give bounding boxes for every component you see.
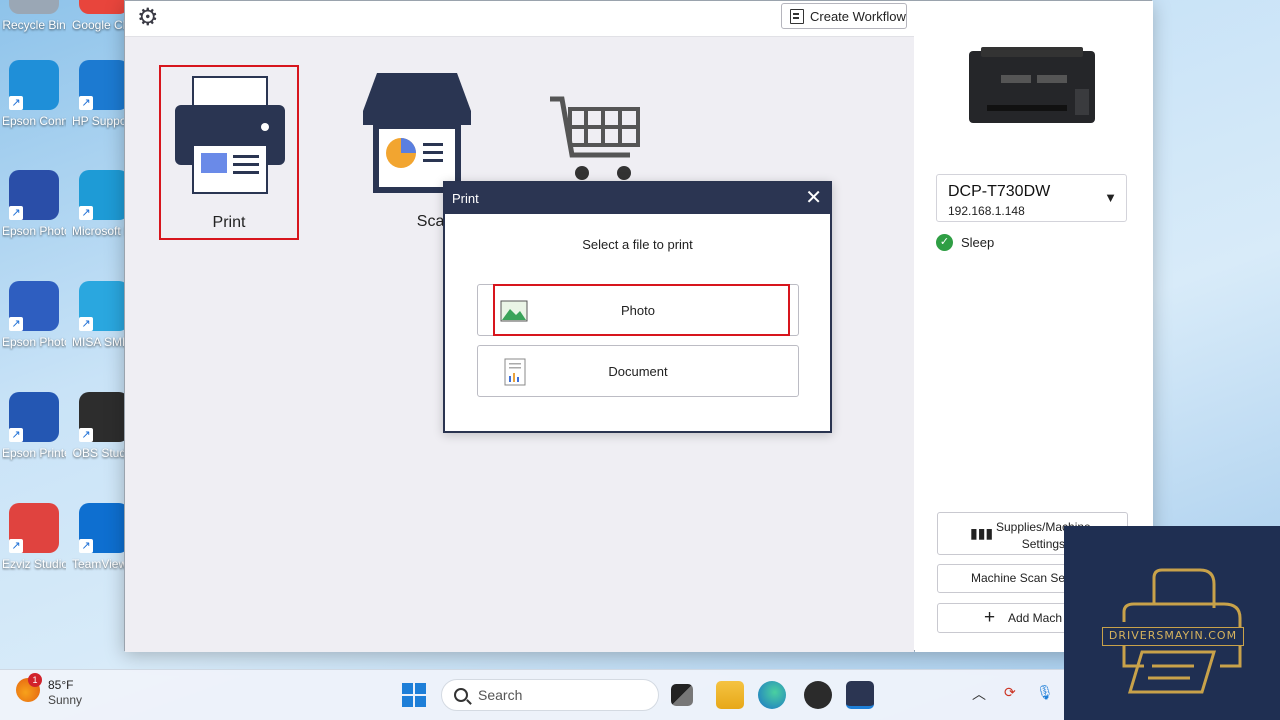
device-status: ✓ Sleep: [936, 234, 994, 251]
status-text: Sleep: [961, 235, 995, 250]
close-icon[interactable]: ✕: [805, 187, 822, 209]
document-icon: [504, 358, 526, 386]
desktop-icon[interactable]: ↗ Epson Printer Connection...: [2, 392, 66, 462]
desktop-icon-label: Epson Photo+: [2, 335, 66, 349]
gear-icon[interactable]: ⚙: [137, 4, 159, 32]
print-dialog: Print ✕ Select a file to print Photo Doc…: [443, 181, 832, 433]
task-view-icon[interactable]: [671, 684, 693, 706]
dialog-prompt: Select a file to print: [582, 237, 693, 252]
watermark-text: DRIVERSMAYIN.COM: [1102, 627, 1244, 646]
shortcut-arrow-icon: ↗: [79, 539, 93, 553]
scanner-icon: [363, 73, 471, 193]
shortcut-arrow-icon: ↗: [79, 428, 93, 442]
desktop-icon[interactable]: ↗ Epson Photo+: [2, 281, 66, 351]
dialog-title: Print: [452, 191, 479, 206]
microphone-icon[interactable]: 🎙: [1036, 684, 1054, 701]
device-dropdown[interactable]: DCP-T730DW 192.168.1.148 ▼: [936, 174, 1127, 222]
create-workflow-label: Create Workflow: [810, 8, 906, 24]
shortcut-arrow-icon: ↗: [9, 428, 23, 442]
shortcut-arrow-icon: ↗: [9, 317, 23, 331]
create-workflow-button[interactable]: Create Workflow: [781, 3, 907, 29]
taskbar-search[interactable]: Search: [441, 679, 659, 711]
app-icon: ↗: [9, 392, 59, 442]
edge-icon[interactable]: [758, 681, 786, 709]
app-icon: ↗: [79, 281, 129, 331]
add-machine-label: Add Mach: [1008, 611, 1063, 625]
desktop-icon[interactable]: Recycle Bin: [2, 0, 66, 34]
document-label: Document: [608, 363, 668, 379]
top-toolbar: ⚙ Create Workflow: [125, 1, 914, 37]
dialog-header: Print ✕: [445, 183, 830, 214]
desktop-icon[interactable]: ↗ Ezviz Studio: [2, 503, 66, 573]
shopping-cart-icon[interactable]: [546, 93, 646, 183]
desktop-icon-label: Ezviz Studio: [2, 557, 66, 571]
notification-badge: 1: [28, 673, 42, 687]
workflow-icon: [790, 8, 804, 24]
sync-icon[interactable]: ⟳: [1004, 684, 1016, 701]
device-ip: 192.168.1.148: [948, 204, 1025, 218]
shortcut-arrow-icon: ↗: [9, 96, 23, 110]
desktop-icon[interactable]: ↗ Epson Photo+ Tool: [2, 170, 66, 240]
app-icon: ↗: [9, 503, 59, 553]
photo-button[interactable]: Photo: [477, 284, 799, 336]
search-icon: [454, 688, 468, 702]
desktop-icon-label: Recycle Bin: [2, 18, 66, 32]
search-placeholder: Search: [478, 687, 523, 703]
chevron-down-icon: ▼: [1104, 190, 1117, 205]
weather-condition: Sunny: [48, 693, 83, 707]
plus-icon: +: [984, 607, 996, 628]
desktop-icon-label: Epson Connect Site: [2, 114, 66, 128]
app-icon: ↗: [79, 503, 129, 553]
shortcut-arrow-icon: ↗: [79, 96, 93, 110]
watermark-logo: DRIVERSMAYIN.COM: [1064, 526, 1280, 720]
sun-icon: 1: [16, 673, 42, 702]
photo-icon: [500, 300, 528, 322]
weather-widget[interactable]: 1 85°F Sunny: [16, 673, 83, 708]
app-icon: ↗: [9, 60, 59, 110]
desktop-icon-label: Epson Printer Connection...: [2, 446, 66, 460]
app-icon: ↗: [9, 281, 59, 331]
shortcut-arrow-icon: ↗: [79, 317, 93, 331]
desktop-icon[interactable]: ↗ Epson Connect Site: [2, 60, 66, 130]
app-icon: ↗: [79, 170, 129, 220]
file-explorer-icon[interactable]: [716, 681, 744, 709]
app-icon: [9, 0, 59, 14]
print-tile[interactable]: Print: [159, 65, 299, 240]
shortcut-arrow-icon: ↗: [9, 539, 23, 553]
check-icon: ✓: [936, 234, 953, 251]
weather-temperature: 85°F: [48, 678, 74, 692]
shortcut-arrow-icon: ↗: [79, 206, 93, 220]
app-icon: ↗: [79, 392, 129, 442]
ink-bottles-icon: ▮▮▮: [970, 525, 994, 541]
print-label: Print: [212, 214, 246, 231]
printer-device-image: [969, 47, 1095, 123]
shortcut-arrow-icon: ↗: [9, 206, 23, 220]
brother-app-icon[interactable]: [846, 681, 874, 709]
photo-label: Photo: [621, 302, 655, 318]
app-icon: ↗: [79, 60, 129, 110]
printer-logo-icon: [1122, 568, 1242, 694]
obs-icon[interactable]: [804, 681, 832, 709]
desktop-icon-label: Epson Photo+ Tool: [2, 224, 66, 238]
windows-start-icon[interactable]: [400, 681, 428, 709]
taskbar: 1 85°F Sunny Search ︿ ⟳ 🎙: [0, 669, 1064, 720]
chevron-up-icon[interactable]: ︿: [972, 684, 986, 704]
printer-icon: [175, 76, 285, 194]
app-icon: [79, 0, 129, 14]
device-name: DCP-T730DW: [948, 183, 1051, 200]
document-button[interactable]: Document: [477, 345, 799, 397]
app-icon: ↗: [9, 170, 59, 220]
